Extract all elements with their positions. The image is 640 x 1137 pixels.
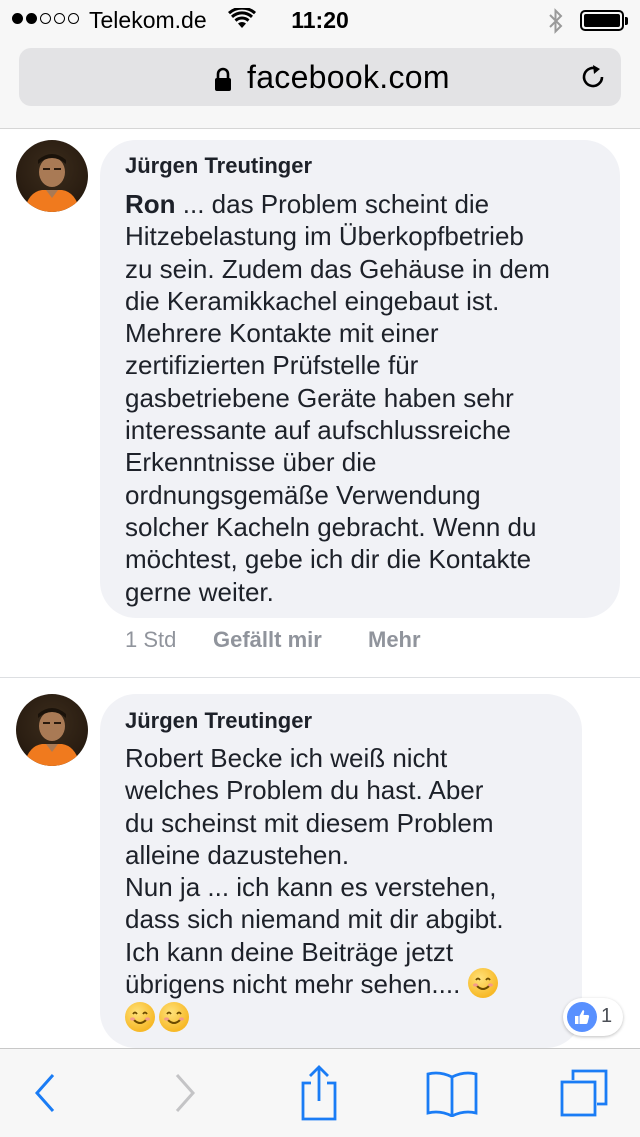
bluetooth-icon: [549, 8, 563, 34]
share-button[interactable]: [294, 1049, 344, 1137]
smile-emoji-icon: [125, 1002, 155, 1033]
comment-timestamp: 1 Std: [125, 627, 177, 652]
book-icon: [426, 1071, 478, 1117]
battery-icon: [580, 10, 628, 31]
comment-author[interactable]: Jürgen Treutinger: [125, 153, 312, 179]
avatar-photo: [24, 154, 80, 212]
more-button[interactable]: Mehr: [368, 627, 421, 653]
comment-line: gasbetriebene Geräte haben sehr: [125, 382, 514, 413]
comment-line: Erkenntnisse über die: [125, 447, 377, 478]
comment-line: dass sich niemand mit dir abgibt.: [125, 904, 504, 935]
comment-text: Ron ... das Problem scheint die Hitzebel…: [125, 188, 550, 608]
comment-text: Robert Becke ich weiß nicht welches Prob…: [125, 742, 504, 1035]
avatar[interactable]: [16, 140, 88, 212]
comment-line: Nun ja ... ich kann es verstehen,: [125, 872, 497, 903]
smile-emoji-icon: [159, 1002, 189, 1033]
comment-line: welches Problem du hast. Aber: [125, 775, 484, 806]
comment-line: Ron ... das Problem scheint die: [125, 189, 490, 219]
reload-icon[interactable]: [578, 62, 608, 92]
mention-link[interactable]: Ron: [125, 189, 176, 219]
forward-button[interactable]: [160, 1049, 210, 1137]
chevron-right-icon: [175, 1074, 196, 1112]
comment-line: solcher Kacheln gebracht. Wenn du: [125, 511, 537, 542]
comment-line: alleine dazustehen.: [125, 839, 350, 870]
browser-toolbar: [0, 1048, 640, 1137]
comment-line: Robert Becke ich weiß nicht: [125, 743, 448, 773]
browser-address-area: facebook.com: [0, 40, 640, 129]
lock-icon: [215, 67, 231, 91]
chevron-left-icon: [34, 1074, 55, 1112]
bookmarks-button[interactable]: [420, 1049, 484, 1137]
comment-line: Ich kann deine Beiträge jetzt: [125, 936, 454, 967]
share-icon: [301, 1065, 337, 1121]
comment-line: möchtest, gebe ich dir die Kontakte: [125, 544, 532, 575]
back-button[interactable]: [20, 1049, 70, 1137]
address-bar[interactable]: facebook.com: [19, 48, 621, 106]
smile-emoji-icon: [467, 968, 498, 999]
comment-line: übrigens nicht mehr sehen....: [125, 968, 504, 1000]
comment-line: gerne weiter.: [125, 576, 274, 607]
like-reaction-icon: [567, 1002, 597, 1032]
url-text: facebook.com: [247, 59, 450, 95]
comment-line: die Keramikkachel eingebaut ist.: [125, 285, 500, 316]
tabs-icon: [560, 1069, 608, 1117]
like-button[interactable]: Gefällt mir: [213, 627, 322, 653]
comment-author[interactable]: Jürgen Treutinger: [125, 708, 312, 734]
comment-line: zu sein. Zudem das Gehäuse in dem: [125, 253, 550, 284]
avatar-photo: [24, 708, 80, 766]
reaction-summary[interactable]: 1: [563, 998, 623, 1036]
comment-line: [125, 1002, 504, 1034]
clock: 11:20: [291, 7, 349, 33]
comment-line: Hitzebelastung im Überkopfbetrieb: [125, 221, 524, 252]
status-bar: Telekom.de 11:20: [0, 0, 640, 40]
comment-line: ordnungsgemäße Verwendung: [125, 479, 481, 510]
tabs-button[interactable]: [556, 1049, 612, 1137]
comment-line: interessante auf aufschlussreiche: [125, 415, 511, 446]
comment-line: du scheinst mit diesem Problem: [125, 807, 494, 838]
divider: [0, 677, 640, 678]
comment-line: zertifizierten Prüfstelle für: [125, 350, 419, 381]
avatar[interactable]: [16, 694, 88, 766]
comment-line: Mehrere Kontakte mit einer: [125, 318, 439, 349]
reaction-count: 1: [601, 1005, 613, 1027]
